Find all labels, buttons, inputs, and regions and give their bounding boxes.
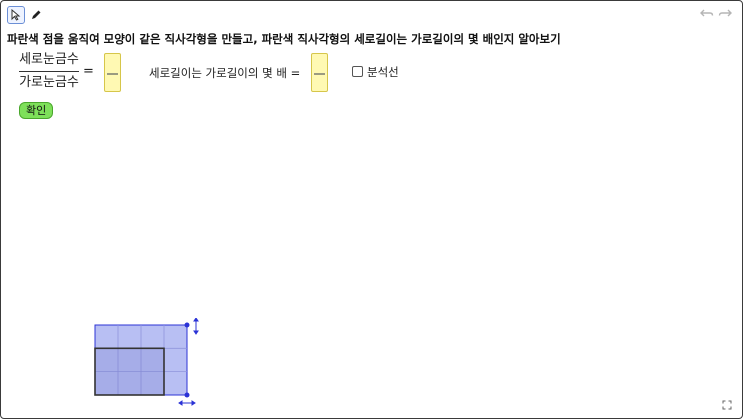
fraction-input-box[interactable] [104, 53, 121, 92]
fraction-input-line [107, 73, 118, 75]
undo-icon[interactable] [700, 7, 714, 19]
analysis-line-checkbox[interactable] [352, 66, 363, 77]
equals-sign: = [83, 64, 94, 79]
multiple-input-line [314, 73, 325, 75]
bottom-corner-point[interactable] [184, 392, 190, 398]
ratio-fraction: 세로눈금수 가로눈금수 [19, 51, 79, 92]
fullscreen-icon[interactable] [722, 400, 732, 410]
redo-icon[interactable] [718, 7, 732, 19]
multiple-question-text: 세로길이는 가로길이의 몇 배 = [149, 66, 301, 80]
app-frame: 파란색 점을 움직여 모양이 같은 직사각형을 만들고, 파란색 직사각형의 세… [0, 0, 743, 419]
multiple-input-box[interactable] [311, 53, 328, 92]
select-tool-button[interactable] [7, 6, 25, 24]
horizontal-arrow-icon[interactable] [178, 400, 196, 406]
pen-tool-button[interactable] [27, 6, 45, 24]
top-corner-point[interactable] [184, 322, 190, 328]
analysis-line-label[interactable]: 분석선 [367, 64, 399, 80]
undo-redo [700, 7, 732, 19]
select-icon [11, 9, 21, 21]
toolbar [1, 1, 742, 27]
vertical-arrow-icon[interactable] [193, 318, 199, 335]
fraction-numerator: 세로눈금수 [19, 52, 79, 67]
fraction-bar [19, 71, 79, 72]
confirm-button[interactable]: 확인 [19, 102, 54, 119]
rectangle-grid [94, 318, 199, 406]
fraction-denominator: 가로눈금수 [19, 75, 79, 90]
reference-rectangle [94, 347, 165, 396]
pen-icon [32, 10, 41, 19]
instruction-text: 파란색 점을 움직여 모양이 같은 직사각형을 만들고, 파란색 직사각형의 세… [7, 32, 561, 46]
